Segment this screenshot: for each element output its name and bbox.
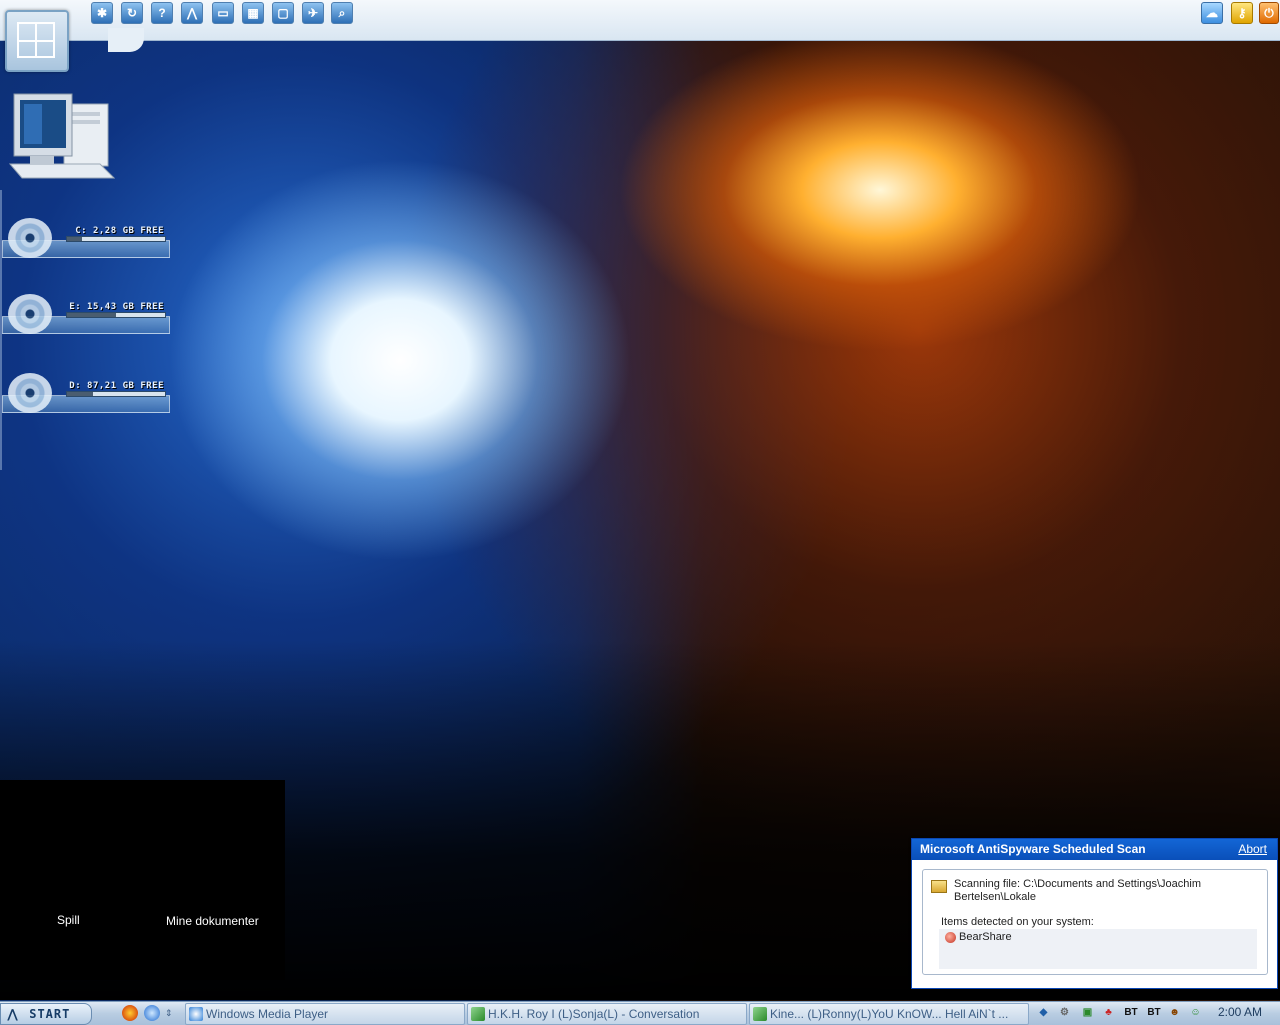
drive-label: E: 15,43 GB FREE bbox=[69, 302, 164, 312]
toolbar-tab bbox=[108, 28, 144, 52]
internet-explorer-icon[interactable] bbox=[144, 1005, 160, 1021]
network-icon[interactable]: ☁ bbox=[1201, 2, 1223, 24]
drive-meter bbox=[66, 391, 166, 397]
system-clock: 2:00 AM bbox=[1218, 1005, 1263, 1019]
start-icon: ⋀ bbox=[7, 1007, 19, 1021]
settings-tray-icon[interactable]: ⚙ bbox=[1057, 1005, 1072, 1020]
popup-title: Microsoft AntiSpyware Scheduled Scan bbox=[920, 842, 1146, 856]
key-icon[interactable]: ⚷ bbox=[1231, 2, 1253, 24]
drive-meter bbox=[66, 236, 166, 242]
run-icon[interactable]: ✈ bbox=[302, 2, 324, 24]
nvidia-tray-icon[interactable]: ▣ bbox=[1080, 1005, 1095, 1020]
start-label: START bbox=[29, 1007, 71, 1021]
task-label: H.K.H. Roy I (L)Sonja(L) - Conversation bbox=[488, 1007, 700, 1021]
shortcut-panel bbox=[0, 780, 145, 980]
antispyware-popup: Microsoft AntiSpyware Scheduled Scan Abo… bbox=[911, 838, 1278, 989]
messenger-icon bbox=[471, 1007, 485, 1021]
grid-icon[interactable]: ▦ bbox=[242, 2, 264, 24]
detected-item[interactable]: BearShare bbox=[959, 931, 1012, 943]
tools-icon[interactable]: ⋀ bbox=[181, 2, 203, 24]
network-tray-icon[interactable]: ◆ bbox=[1036, 1005, 1051, 1020]
drive-label: C: 2,28 GB FREE bbox=[75, 226, 164, 236]
messenger-icon bbox=[753, 1007, 767, 1021]
search-icon[interactable]: ⌕ bbox=[331, 2, 353, 24]
firefox-quicklaunch-icon[interactable] bbox=[122, 1005, 138, 1021]
drive-meter bbox=[66, 312, 166, 318]
my-computer-icon[interactable] bbox=[0, 92, 116, 192]
task-conversation-1[interactable]: H.K.H. Roy I (L)Sonja(L) - Conversation bbox=[467, 1003, 747, 1025]
antispyware-tray-icon[interactable]: ♣ bbox=[1101, 1005, 1116, 1020]
scan-status-text: Scanning file: C:\Documents and Settings… bbox=[954, 878, 1202, 903]
detected-items-list: BearShare bbox=[939, 929, 1257, 969]
task-windows-media-player[interactable]: Windows Media Player bbox=[185, 1003, 465, 1025]
settings-icon[interactable]: ✱ bbox=[91, 2, 113, 24]
shortcut-panel bbox=[145, 780, 285, 980]
bt-tray-icon-1[interactable]: BT bbox=[1122, 1005, 1140, 1020]
taskbar: ⋀ START ⇕ Windows Media Player H.K.H. Ro… bbox=[0, 1001, 1280, 1025]
quicklaunch-expand-icon[interactable]: ⇕ bbox=[165, 1005, 175, 1021]
task-conversation-2[interactable]: Kine... (L)Ronny(L)YoU KnOW... Hell AiN`… bbox=[749, 1003, 1029, 1025]
folder-icon bbox=[931, 880, 947, 893]
abort-link[interactable]: Abort bbox=[1238, 839, 1267, 860]
media-player-icon bbox=[189, 1007, 203, 1021]
drive-meter-fill bbox=[67, 237, 82, 241]
desktop-shortcut-spill[interactable]: Spill bbox=[57, 913, 80, 927]
messenger-tray-icon[interactable]: ☻ bbox=[1167, 1005, 1182, 1020]
disc-icon bbox=[8, 294, 52, 334]
threat-icon bbox=[945, 932, 956, 943]
help-icon[interactable]: ? bbox=[151, 2, 173, 24]
monitor-icon[interactable]: ▢ bbox=[272, 2, 294, 24]
drive-e[interactable]: E: 15,43 GB FREE bbox=[2, 294, 170, 334]
refresh-icon[interactable]: ↻ bbox=[121, 2, 143, 24]
drive-meter-fill bbox=[67, 313, 116, 317]
start-button[interactable]: ⋀ START bbox=[0, 1003, 92, 1025]
disc-icon bbox=[8, 373, 52, 413]
disc-icon bbox=[8, 218, 52, 258]
desktop-shortcut-mine-dokumenter[interactable]: Mine dokumenter bbox=[166, 914, 259, 928]
top-toolbar: ✱ ↻ ? ⋀ ▭ ▦ ▢ ✈ ⌕ ☁ ⚷ ⏻ bbox=[0, 0, 1280, 41]
popup-content: Scanning file: C:\Documents and Settings… bbox=[922, 869, 1268, 975]
task-label: Windows Media Player bbox=[206, 1007, 329, 1021]
bt-tray-icon-2[interactable]: BT bbox=[1145, 1005, 1163, 1020]
detected-items-label: Items detected on your system: bbox=[939, 916, 1096, 928]
buddy-tray-icon[interactable]: ☺ bbox=[1188, 1005, 1203, 1020]
drive-label: D: 87,21 GB FREE bbox=[69, 381, 164, 391]
drive-c[interactable]: C: 2,28 GB FREE bbox=[2, 218, 170, 258]
launcher-logo-icon[interactable] bbox=[5, 10, 69, 72]
popup-titlebar: Microsoft AntiSpyware Scheduled Scan Abo… bbox=[912, 839, 1277, 860]
drive-d[interactable]: D: 87,21 GB FREE bbox=[2, 373, 170, 413]
drive-meter-fill bbox=[67, 392, 94, 396]
power-icon[interactable]: ⏻ bbox=[1259, 2, 1279, 24]
window-icon[interactable]: ▭ bbox=[212, 2, 234, 24]
task-label: Kine... (L)Ronny(L)YoU KnOW... Hell AiN`… bbox=[770, 1007, 1009, 1021]
